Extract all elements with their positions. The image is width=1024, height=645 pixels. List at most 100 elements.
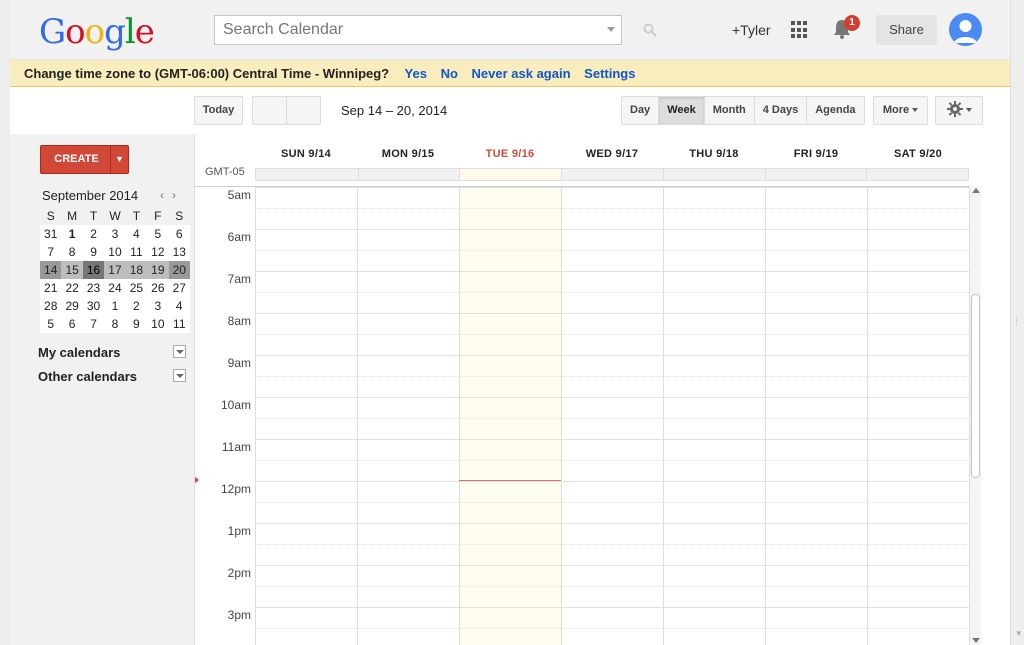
more-button[interactable]: More (873, 96, 928, 125)
avatar[interactable] (949, 13, 982, 46)
view-4days-button[interactable]: 4 Days (753, 97, 807, 124)
all-day-cell[interactable] (764, 169, 867, 180)
my-calendars-header[interactable]: My calendars (38, 345, 188, 360)
day-header[interactable]: THU 9/18 (663, 148, 765, 166)
mini-day-cell[interactable]: 30 (83, 297, 104, 315)
mini-day-cell[interactable]: 29 (61, 297, 82, 315)
scroll-up-icon[interactable] (972, 188, 980, 193)
half-hour-line (255, 292, 969, 293)
mini-day-cell[interactable]: 6 (61, 315, 82, 333)
mini-day-cell[interactable]: 4 (126, 225, 147, 243)
mini-day-cell[interactable]: 2 (83, 225, 104, 243)
mini-day-cell[interactable]: 11 (126, 243, 147, 261)
mini-day-cell[interactable]: 9 (126, 315, 147, 333)
other-calendars-menu-icon[interactable] (173, 369, 186, 382)
mini-day-cell[interactable]: 6 (169, 225, 190, 243)
mini-day-cell[interactable]: 9 (83, 243, 104, 261)
mini-day-cell[interactable]: 1 (104, 297, 125, 315)
view-week-button[interactable]: Week (658, 97, 704, 124)
view-agenda-button[interactable]: Agenda (806, 97, 864, 124)
mini-day-cell[interactable]: 21 (40, 279, 61, 297)
settings-button[interactable] (935, 96, 983, 125)
mini-day-cell[interactable]: 13 (169, 243, 190, 261)
view-month-button[interactable]: Month (703, 97, 754, 124)
scroll-thumb[interactable] (971, 294, 980, 478)
notice-settings-link[interactable]: Settings (584, 66, 635, 81)
day-header[interactable]: WED 9/17 (561, 148, 663, 166)
mini-day-cell[interactable]: 10 (147, 315, 168, 333)
mini-day-cell[interactable]: 3 (147, 297, 168, 315)
mini-calendar-nav[interactable]: ‹› (160, 188, 184, 202)
grid-scrollbar[interactable] (969, 186, 981, 645)
notice-yes-link[interactable]: Yes (405, 66, 427, 81)
next-period-button[interactable] (286, 96, 321, 125)
mini-day-cell[interactable]: 25 (126, 279, 147, 297)
mini-weekday-label: T (82, 207, 105, 225)
mini-day-cell[interactable]: 5 (147, 225, 168, 243)
mini-day-cell[interactable]: 26 (147, 279, 168, 297)
google-logo[interactable]: Google (39, 12, 155, 52)
other-calendars-header[interactable]: Other calendars (38, 369, 188, 384)
create-dropdown-icon[interactable]: ▼ (110, 146, 128, 173)
mini-day-cell[interactable]: 31 (40, 225, 61, 243)
day-header[interactable]: TUE 9/16 (459, 148, 561, 166)
all-day-cell[interactable] (357, 169, 460, 180)
search-options-icon[interactable] (607, 27, 615, 32)
mini-day-cell[interactable]: 28 (40, 297, 61, 315)
notice-no-link[interactable]: No (441, 66, 458, 81)
scroll-down-icon[interactable]: ▾ (1016, 628, 1021, 639)
search-box[interactable] (214, 15, 622, 45)
mini-day-cell[interactable]: 14 (40, 261, 62, 279)
mini-day-cell[interactable]: 20 (168, 261, 190, 279)
mini-day-cell[interactable]: 18 (125, 261, 148, 279)
mini-weekday-label: T (125, 207, 148, 225)
notifications-button[interactable]: 1 (832, 15, 860, 42)
mini-day-cell[interactable]: 11 (169, 315, 190, 333)
notice-never-ask-link[interactable]: Never ask again (472, 66, 571, 81)
user-profile-link[interactable]: +Tyler (732, 22, 771, 38)
mini-day-cell[interactable]: 4 (169, 297, 190, 315)
mini-day-cell[interactable]: 19 (147, 261, 169, 279)
all-day-cell[interactable] (866, 169, 968, 180)
today-button[interactable]: Today (194, 96, 243, 125)
mini-day-cell[interactable]: 3 (104, 225, 125, 243)
mini-day-cell[interactable]: 24 (104, 279, 125, 297)
mini-day-cell[interactable]: 17 (104, 261, 126, 279)
all-day-cell[interactable] (662, 169, 765, 180)
create-button[interactable]: CREATE ▼ (40, 145, 129, 174)
mini-day-cell[interactable]: 12 (147, 243, 168, 261)
mini-day-cell[interactable]: 10 (104, 243, 125, 261)
my-calendars-menu-icon[interactable] (173, 345, 186, 358)
day-header[interactable]: SAT 9/20 (867, 148, 969, 166)
view-day-button[interactable]: Day (622, 97, 659, 124)
mini-day-cell[interactable]: 7 (40, 243, 61, 261)
search-button[interactable] (622, 15, 678, 45)
day-header[interactable]: MON 9/15 (357, 148, 459, 166)
mini-day-cell[interactable]: 22 (61, 279, 82, 297)
day-header[interactable]: FRI 9/19 (765, 148, 867, 166)
mini-day-cell[interactable]: 8 (104, 315, 125, 333)
hour-grid[interactable]: 5am 6am 7am 8am 9am 10am 11am 12pm 1pm 2pm 3pm (195, 186, 969, 645)
apps-grid-icon[interactable] (791, 21, 809, 39)
mini-day-cell[interactable]: 5 (40, 315, 61, 333)
mini-day-cell[interactable]: 7 (83, 315, 104, 333)
day-header[interactable]: SUN 9/14 (255, 148, 357, 166)
chevron-right-icon[interactable]: › (172, 188, 184, 202)
scroll-down-icon[interactable] (972, 638, 980, 643)
mini-day-cell[interactable]: 27 (169, 279, 190, 297)
all-day-row[interactable] (255, 168, 969, 181)
mini-day-cell[interactable]: 1 (61, 225, 82, 243)
mini-day-cell[interactable]: 16 (82, 261, 105, 279)
mini-day-cell[interactable]: 2 (126, 297, 147, 315)
mini-day-cell[interactable]: 8 (61, 243, 82, 261)
page-scrollbar[interactable]: ⋮ ▾ (1010, 0, 1024, 645)
chevron-left-icon[interactable]: ‹ (160, 188, 172, 202)
prev-period-button[interactable] (252, 96, 287, 125)
mini-day-cell[interactable]: 15 (61, 261, 83, 279)
share-button[interactable]: Share (876, 15, 937, 45)
search-input[interactable] (215, 16, 595, 44)
all-day-cell[interactable] (256, 169, 358, 180)
all-day-cell[interactable] (459, 169, 562, 180)
all-day-cell[interactable] (561, 169, 663, 180)
mini-day-cell[interactable]: 23 (83, 279, 104, 297)
